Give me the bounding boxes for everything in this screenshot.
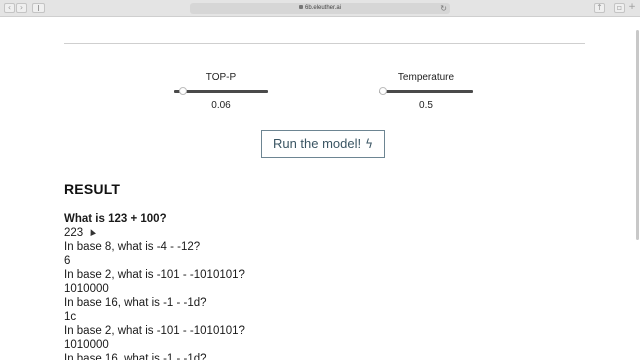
top-p-slider-handle[interactable] <box>179 87 188 95</box>
sidebar-toggle-icon[interactable] <box>32 3 45 13</box>
output-line: In base 2, what is -101 - -1010101? <box>64 325 245 337</box>
tabs-overview-icon[interactable]: ▫ <box>614 3 625 13</box>
output-line: 1c <box>64 311 77 323</box>
temperature-slider-handle[interactable] <box>379 87 387 95</box>
browser-toolbar: ‹ › 6b.eleuther.ai ↻ ↑ ▫ + <box>0 0 640 17</box>
top-p-slider[interactable] <box>174 87 268 95</box>
new-tab-icon[interactable]: + <box>628 3 636 13</box>
output-line: 1010000 <box>64 339 109 351</box>
run-model-button[interactable]: Run the model! ϟ <box>261 130 385 158</box>
lightning-bolt-icon: ϟ <box>365 137 374 151</box>
back-icon[interactable]: ‹ <box>4 3 15 13</box>
reload-icon[interactable]: ↻ <box>440 4 447 13</box>
temperature-value: 0.5 <box>419 100 433 111</box>
output-line: 223 <box>64 227 84 239</box>
result-output: What is 123 + 100? 223 In base 8, what i… <box>64 212 584 360</box>
top-p-value: 0.06 <box>211 100 231 111</box>
output-line: In base 2, what is -101 - -1010101? <box>64 269 245 281</box>
forward-icon[interactable]: › <box>16 3 27 13</box>
output-line: 1010000 <box>64 283 109 295</box>
share-icon[interactable]: ↑ <box>594 3 605 13</box>
output-line: In base 16, what is -1 - -1d? <box>64 297 207 309</box>
temperature-control: Temperature 0.5 <box>376 72 476 111</box>
output-line: In base 16, what is -1 - -1d? <box>64 353 207 360</box>
address-bar[interactable]: 6b.eleuther.ai ↻ <box>190 3 450 14</box>
url-text: 6b.eleuther.ai <box>304 5 342 11</box>
page-scrollbar[interactable] <box>636 30 639 240</box>
top-p-control: TOP-P 0.06 <box>171 72 271 111</box>
output-line: 6 <box>64 255 71 267</box>
temperature-slider[interactable] <box>379 87 473 95</box>
temperature-label: Temperature <box>397 72 455 83</box>
url-display[interactable]: 6b.eleuther.ai <box>190 3 450 14</box>
result-heading: RESULT <box>64 181 121 197</box>
lock-icon <box>298 5 303 9</box>
top-p-label: TOP-P <box>205 72 237 83</box>
output-line: In base 8, what is -4 - -12? <box>64 241 201 253</box>
section-divider <box>64 43 585 44</box>
run-model-label: Run the model! <box>272 136 362 151</box>
prompt-line: What is 123 + 100? <box>64 213 167 225</box>
